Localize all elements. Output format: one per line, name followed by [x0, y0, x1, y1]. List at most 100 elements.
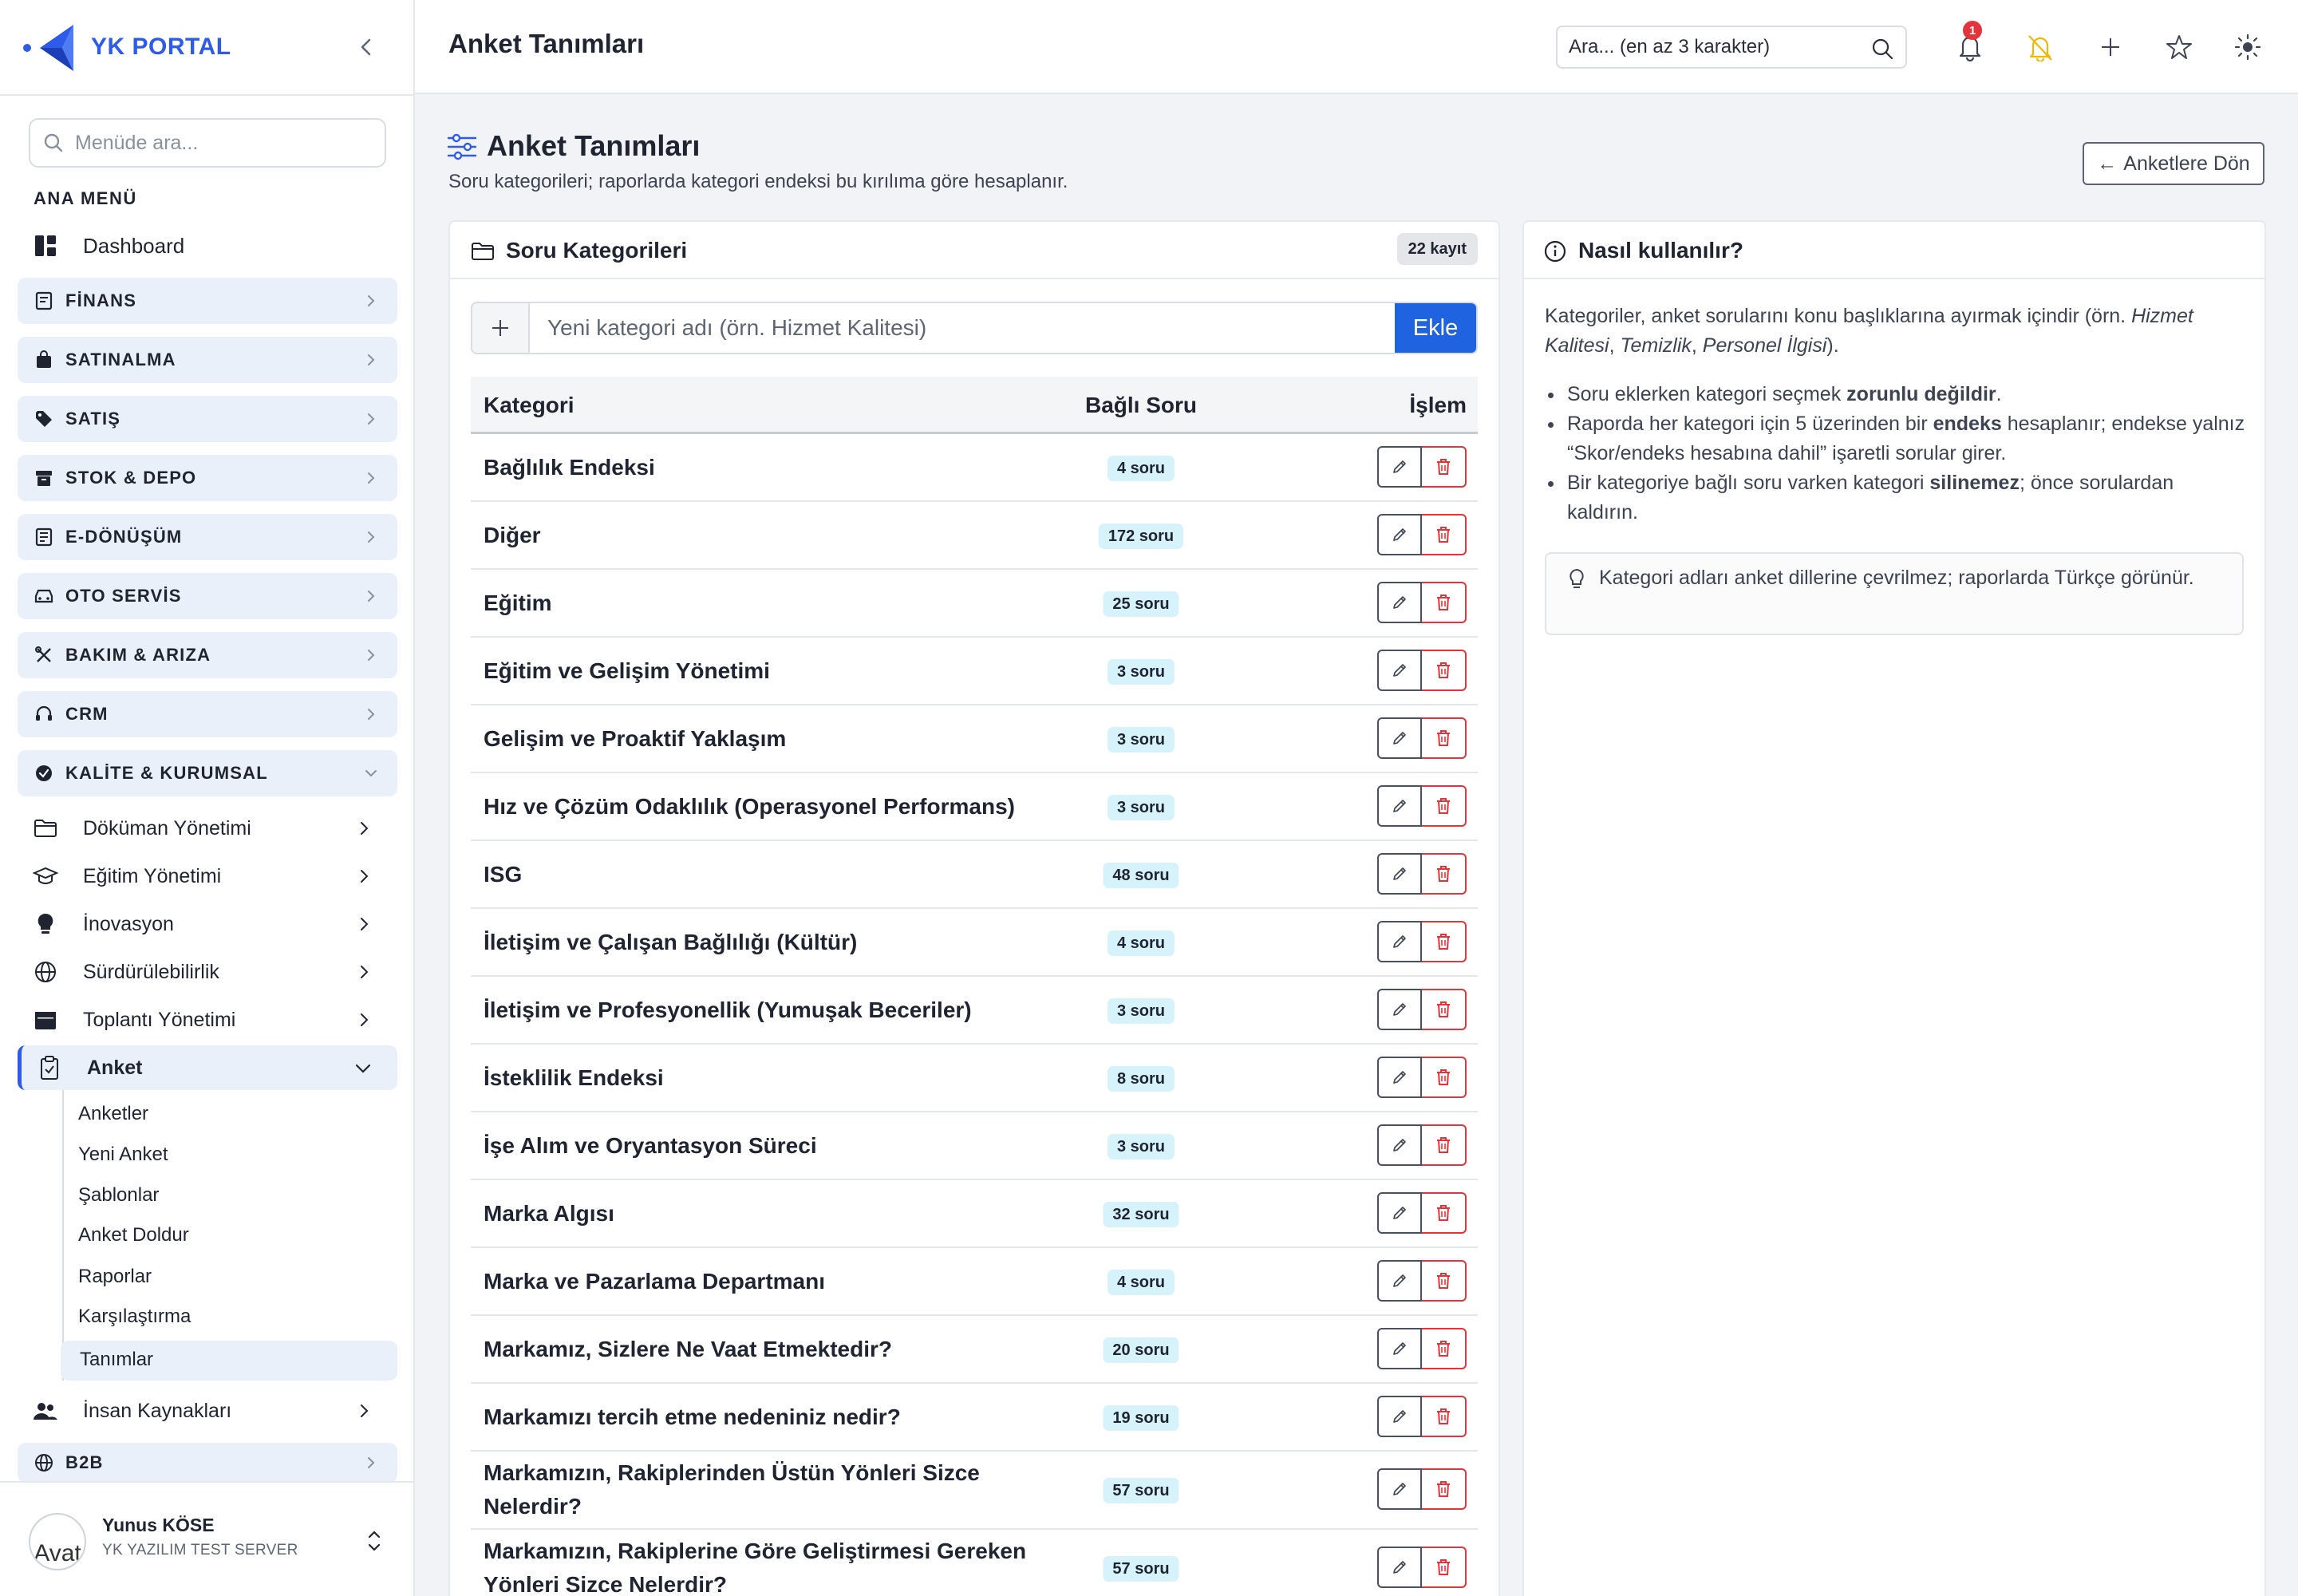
delete-category-button[interactable] — [1422, 1124, 1467, 1166]
app-logo[interactable]: YK PORTAL — [22, 18, 231, 77]
edit-category-button[interactable] — [1377, 1468, 1422, 1510]
delete-category-button[interactable] — [1422, 1396, 1467, 1437]
avatar[interactable]: Avat — [29, 1513, 86, 1570]
help-bullet-emphasis: zorunlu değildir — [1846, 383, 1996, 405]
global-search-input[interactable]: Ara... (en az 3 karakter) — [1556, 26, 1907, 69]
edit-category-button[interactable] — [1377, 853, 1422, 895]
add-button[interactable] — [2094, 30, 2127, 64]
sidebar-subitem-raporlar[interactable]: Raporlar — [78, 1258, 152, 1296]
sidebar-group-b2b[interactable]: B2B — [18, 1443, 397, 1483]
help-bullet: Soru eklerken kategori seçmek zorunlu de… — [1545, 380, 2247, 409]
column-header-kategori[interactable]: Kategori — [484, 393, 574, 418]
row-actions — [1377, 1547, 1467, 1588]
row-actions — [1377, 1124, 1467, 1166]
row-actions — [1377, 514, 1467, 555]
sidebar-item-label: İnsan Kaynakları — [83, 1399, 232, 1422]
favorites-button[interactable] — [2162, 30, 2196, 64]
mute-notifications-button[interactable] — [2024, 30, 2057, 64]
help-bullet-emphasis: endeks — [1933, 413, 2002, 435]
sidebar-group-crm[interactable]: CRM — [18, 691, 397, 737]
menu-section-title: ANA MENÜ — [34, 188, 137, 208]
sidebar-subitem-anketler[interactable]: Anketler — [78, 1095, 148, 1133]
add-category-button[interactable]: Ekle — [1395, 303, 1476, 353]
sidebar-group-bakim-ariza[interactable]: BAKIM & ARIZA — [18, 632, 397, 678]
trash-icon — [1435, 729, 1452, 748]
edit-category-button[interactable] — [1377, 1396, 1422, 1437]
sidebar-item-dashboard[interactable]: Dashboard — [32, 225, 184, 267]
help-bullet: Raporda her kategori için 5 üzerinden bi… — [1545, 409, 2247, 468]
delete-category-button[interactable] — [1422, 853, 1467, 895]
delete-category-button[interactable] — [1422, 446, 1467, 488]
sidebar-subitem-yeni-anket[interactable]: Yeni Anket — [78, 1136, 168, 1174]
sliders-icon — [447, 132, 477, 161]
sidebar-item-insan-kaynaklari[interactable]: İnsan Kaynakları — [32, 1389, 397, 1433]
edit-category-button[interactable] — [1377, 1192, 1422, 1234]
edit-category-button[interactable] — [1377, 1328, 1422, 1369]
help-separator: , — [1609, 334, 1621, 357]
delete-category-button[interactable] — [1422, 1547, 1467, 1588]
sidebar-item-egitim-yonetimi[interactable]: Eğitim Yönetimi — [32, 854, 397, 899]
delete-category-button[interactable] — [1422, 1328, 1467, 1369]
sidebar-group-satis[interactable]: SATIŞ — [18, 396, 397, 442]
back-to-surveys-button[interactable]: ← Anketlere Dön — [2083, 142, 2264, 185]
edit-category-button[interactable] — [1377, 785, 1422, 827]
collapse-sidebar-button[interactable] — [351, 32, 381, 62]
delete-category-button[interactable] — [1422, 582, 1467, 623]
category-name: Bağlılık Endeksi — [484, 455, 655, 480]
sidebar-group-satinalma[interactable]: SATINALMA — [18, 337, 397, 383]
edit-category-button[interactable] — [1377, 1547, 1422, 1588]
edit-category-button[interactable] — [1377, 717, 1422, 759]
column-header-bagli-soru[interactable]: Bağlı Soru — [1085, 393, 1197, 418]
category-name: Markamızın, Rakiplerinden Üstün Yönleri … — [484, 1460, 980, 1519]
sidebar-item-toplanti-yonetimi[interactable]: Toplantı Yönetimi — [32, 998, 397, 1042]
sidebar-subitem-sablonlar[interactable]: Şablonlar — [78, 1176, 159, 1215]
trash-icon — [1435, 1339, 1452, 1358]
trash-icon — [1435, 1479, 1452, 1499]
delete-category-button[interactable] — [1422, 1192, 1467, 1234]
edit-category-button[interactable] — [1377, 921, 1422, 962]
sidebar-group-oto-servis[interactable]: OTO SERVİS — [18, 573, 397, 619]
new-category-input[interactable] — [530, 303, 1395, 353]
edit-category-button[interactable] — [1377, 446, 1422, 488]
delete-category-button[interactable] — [1422, 921, 1467, 962]
edit-category-button[interactable] — [1377, 1124, 1422, 1166]
sidebar-item-dokuman-yonetimi[interactable]: Döküman Yönetimi — [32, 806, 397, 851]
search-icon — [1872, 38, 1893, 60]
question-count-badge: 3 soru — [1107, 1134, 1175, 1159]
delete-category-button[interactable] — [1422, 1260, 1467, 1302]
user-menu-toggle[interactable] — [362, 1527, 386, 1555]
delete-category-button[interactable] — [1422, 650, 1467, 691]
sidebar-group-stok-depo[interactable]: STOK & DEPO — [18, 455, 397, 501]
sidebar-item-anket[interactable]: Anket — [18, 1045, 397, 1090]
edit-category-button[interactable] — [1377, 1057, 1422, 1098]
edit-category-button[interactable] — [1377, 650, 1422, 691]
sidebar-subitem-tanimlar[interactable]: Tanımlar — [80, 1341, 153, 1379]
delete-category-button[interactable] — [1422, 1468, 1467, 1510]
theme-toggle-button[interactable] — [2231, 30, 2264, 64]
sidebar-item-surdurulebilirlik[interactable]: Sürdürülebilirlik — [32, 950, 397, 994]
menu-search-input[interactable]: Menüde ara... — [29, 118, 386, 168]
delete-category-button[interactable] — [1422, 1057, 1467, 1098]
edit-category-button[interactable] — [1377, 989, 1422, 1030]
table-row: Eğitim ve Gelişim Yönetimi 3 soru — [471, 638, 1478, 705]
question-count-badge: 20 soru — [1103, 1337, 1179, 1363]
edit-category-button[interactable] — [1377, 514, 1422, 555]
help-bullet-emphasis: silinemez — [1929, 472, 2020, 494]
sidebar-subitem-karsilastirma[interactable]: Karşılaştırma — [78, 1298, 191, 1336]
row-actions — [1377, 650, 1467, 691]
delete-category-button[interactable] — [1422, 989, 1467, 1030]
sidebar-item-inovasyon[interactable]: İnovasyon — [32, 902, 397, 946]
edit-category-button[interactable] — [1377, 582, 1422, 623]
sidebar-subitem-anket-doldur[interactable]: Anket Doldur — [78, 1216, 189, 1254]
sidebar-group-kalite-kurumsal[interactable]: KALİTE & KURUMSAL — [18, 750, 397, 796]
delete-category-button[interactable] — [1422, 785, 1467, 827]
trash-icon — [1435, 1558, 1452, 1577]
chevron-right-icon — [368, 472, 375, 484]
delete-category-button[interactable] — [1422, 717, 1467, 759]
sidebar-group-finans[interactable]: FİNANS — [18, 278, 397, 324]
folder-icon — [472, 243, 494, 260]
dashboard-icon — [32, 232, 59, 259]
sidebar-group-e-donusum[interactable]: E-DÖNÜŞÜM — [18, 514, 397, 560]
delete-category-button[interactable] — [1422, 514, 1467, 555]
edit-category-button[interactable] — [1377, 1260, 1422, 1302]
